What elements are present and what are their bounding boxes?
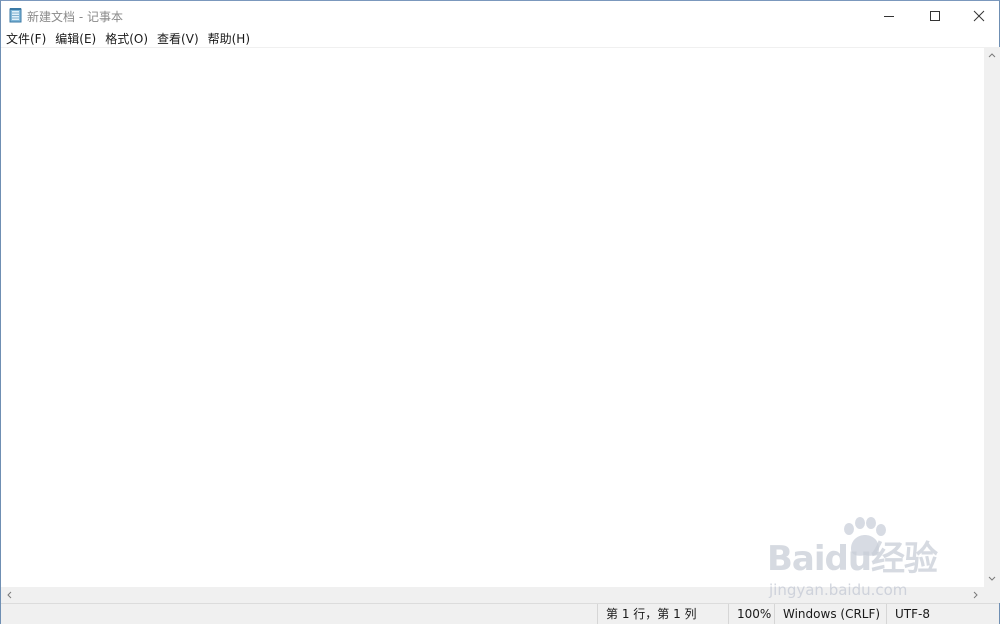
text-editor[interactable] bbox=[1, 47, 984, 587]
menu-format[interactable]: 格式(O) bbox=[101, 31, 152, 47]
scroll-up-arrow-icon[interactable] bbox=[984, 47, 1000, 63]
menu-view[interactable]: 查看(V) bbox=[153, 31, 203, 47]
menu-file[interactable]: 文件(F) bbox=[1, 31, 50, 47]
encoding: UTF-8 bbox=[886, 604, 999, 624]
menu-bar: 文件(F) 编辑(E) 格式(O) 查看(V) 帮助(H) bbox=[1, 31, 999, 47]
menu-edit[interactable]: 编辑(E) bbox=[51, 31, 100, 47]
close-button[interactable] bbox=[957, 1, 1000, 31]
scroll-right-arrow-icon[interactable] bbox=[968, 587, 984, 603]
scrollbar-corner bbox=[984, 587, 1000, 603]
close-icon bbox=[973, 7, 985, 26]
status-bar: 第 1 行，第 1 列 100% Windows (CRLF) UTF-8 bbox=[1, 603, 999, 624]
menu-help[interactable]: 帮助(H) bbox=[204, 31, 254, 47]
maximize-button[interactable] bbox=[913, 1, 957, 31]
minimize-icon bbox=[883, 7, 895, 26]
cursor-position: 第 1 行，第 1 列 bbox=[597, 604, 728, 624]
zoom-level: 100% bbox=[728, 604, 774, 624]
title-bar[interactable]: 新建文档 - 记事本 bbox=[1, 1, 999, 31]
line-ending: Windows (CRLF) bbox=[774, 604, 886, 624]
window-title: 新建文档 - 记事本 bbox=[27, 10, 123, 24]
maximize-icon bbox=[929, 7, 941, 26]
scroll-left-arrow-icon[interactable] bbox=[1, 587, 17, 603]
notepad-window: 新建文档 - 记事本 文件(F) 编辑(E) 格式(O) 查看(V) 帮助(H) bbox=[0, 0, 1000, 624]
horizontal-scrollbar[interactable] bbox=[1, 587, 984, 603]
vertical-scrollbar[interactable] bbox=[984, 47, 1000, 587]
minimize-button[interactable] bbox=[867, 1, 911, 31]
scroll-down-arrow-icon[interactable] bbox=[984, 571, 1000, 587]
notepad-icon bbox=[9, 7, 23, 23]
